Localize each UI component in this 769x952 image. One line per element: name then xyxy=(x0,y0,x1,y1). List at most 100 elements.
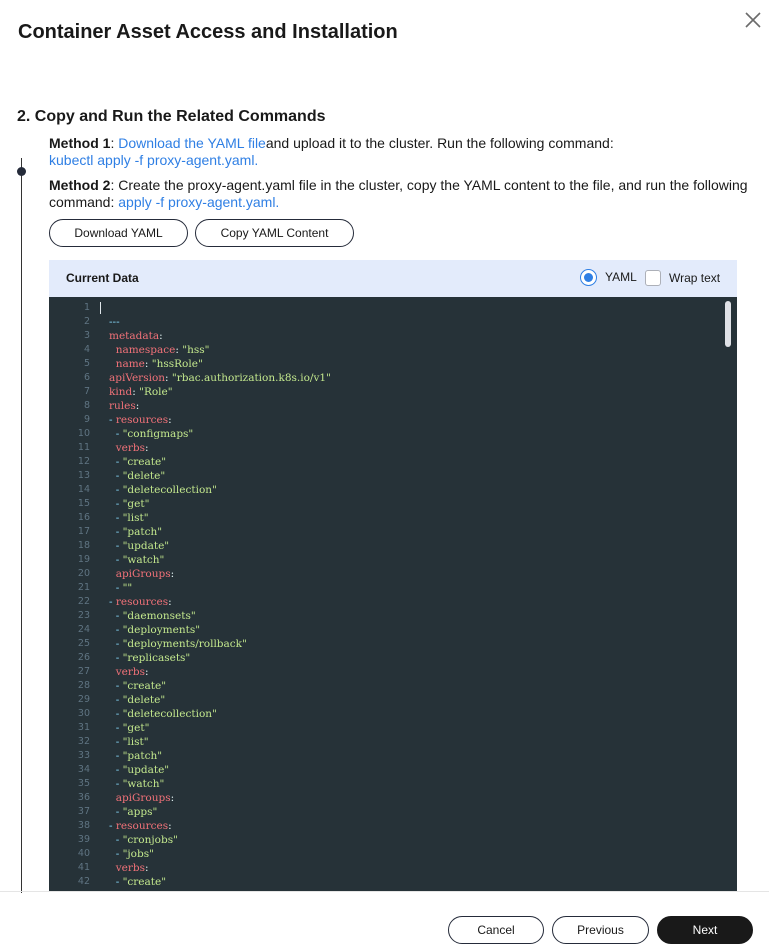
code-line: 31 - "get" xyxy=(49,721,737,735)
code-text: verbs: xyxy=(115,666,149,678)
line-number: 16 xyxy=(77,512,90,523)
code-text: - "patch" xyxy=(115,750,163,762)
code-text: - "get" xyxy=(115,498,150,510)
line-number: 15 xyxy=(77,498,90,509)
cancel-button[interactable]: Cancel xyxy=(448,916,544,944)
code-line: 4 namespace: "hss" xyxy=(49,343,737,357)
line-number: 28 xyxy=(77,680,90,691)
method-1-command: kubectl apply -f proxy-agent.yaml. xyxy=(49,152,259,168)
line-number: 31 xyxy=(77,722,90,733)
code-text: - "daemonsets" xyxy=(115,610,196,622)
code-text: - "deletecollection" xyxy=(115,484,217,496)
code-text: - "apps" xyxy=(115,806,158,818)
line-number: 4 xyxy=(83,344,90,355)
line-number: 8 xyxy=(83,400,90,411)
editor-scrollbar[interactable] xyxy=(725,301,731,347)
line-number: 5 xyxy=(83,358,90,369)
code-line: 34 - "update" xyxy=(49,763,737,777)
line-number: 9 xyxy=(83,414,90,425)
code-line: 24 - "deployments" xyxy=(49,623,737,637)
method-1-text: and upload it to the cluster. Run the fo… xyxy=(265,135,614,151)
line-number: 36 xyxy=(77,792,90,803)
method-2-command: apply -f proxy-agent.yaml. xyxy=(118,194,280,210)
code-text: - "delete" xyxy=(115,470,166,482)
download-yaml-link[interactable]: Download the YAML file xyxy=(118,135,266,151)
wrap-text-checkbox[interactable] xyxy=(645,270,661,286)
line-number: 29 xyxy=(77,694,90,705)
code-line: 12 - "create" xyxy=(49,455,737,469)
line-number: 30 xyxy=(77,708,90,719)
line-number: 41 xyxy=(77,862,90,873)
code-line: 40 - "jobs" xyxy=(49,847,737,861)
code-text: - "replicasets" xyxy=(115,652,191,664)
code-text: namespace: "hss" xyxy=(115,344,210,356)
code-line: 2 --- xyxy=(49,315,737,329)
code-text: kind: "Role" xyxy=(109,386,173,398)
previous-button[interactable]: Previous xyxy=(552,916,649,944)
line-number: 13 xyxy=(77,470,90,481)
code-text: verbs: xyxy=(115,862,149,874)
code-lines: 1 2 --- 3 metadata: 4 namespace: "hss" 5 name:… xyxy=(49,301,737,891)
step-timeline-line xyxy=(21,158,22,893)
code-line: 39 - "cronjobs" xyxy=(49,833,737,847)
code-text: - "get" xyxy=(115,722,150,734)
next-button[interactable]: Next xyxy=(657,916,753,944)
section-title: 2. Copy and Run the Related Commands xyxy=(17,108,326,125)
close-icon[interactable] xyxy=(742,9,764,31)
code-text: apiVersion: "rbac.authorization.k8s.io/v… xyxy=(109,372,331,384)
code-text: - "deployments/rollback" xyxy=(115,638,247,650)
code-line: 11 verbs: xyxy=(49,441,737,455)
line-number: 33 xyxy=(77,750,90,761)
code-line: 27 verbs: xyxy=(49,665,737,679)
code-text: - resources: xyxy=(109,414,172,426)
download-yaml-button[interactable]: Download YAML xyxy=(49,219,188,247)
code-line: 15 - "get" xyxy=(49,497,737,511)
code-line: 23 - "daemonsets" xyxy=(49,609,737,623)
code-line: 10 - "configmaps" xyxy=(49,427,737,441)
code-line: 35 - "watch" xyxy=(49,777,737,791)
code-text: - resources: xyxy=(109,596,172,608)
code-line: 19 - "watch" xyxy=(49,553,737,567)
line-number: 24 xyxy=(77,624,90,635)
code-text: apiGroups: xyxy=(115,792,175,804)
code-line: 3 metadata: xyxy=(49,329,737,343)
code-text: - "create" xyxy=(115,876,167,888)
line-number: 21 xyxy=(77,582,90,593)
dialog-title: Container Asset Access and Installation xyxy=(18,21,398,43)
code-line: 36 apiGroups: xyxy=(49,791,737,805)
line-number: 11 xyxy=(77,442,90,453)
code-line: 30 - "deletecollection" xyxy=(49,707,737,721)
code-line: 6 apiVersion: "rbac.authorization.k8s.io/… xyxy=(49,371,737,385)
code-text: - resources: xyxy=(109,820,172,832)
copy-yaml-content-button[interactable]: Copy YAML Content xyxy=(195,219,354,247)
code-line: 8 rules: xyxy=(49,399,737,413)
line-number: 22 xyxy=(77,596,90,607)
line-number: 25 xyxy=(77,638,90,649)
yaml-radio[interactable] xyxy=(580,269,597,286)
method-1-instructions: Method 1: Download the YAML fileand uplo… xyxy=(49,135,749,169)
line-number: 26 xyxy=(77,652,90,663)
yaml-radio-label[interactable]: YAML xyxy=(605,270,637,284)
code-line: 1 xyxy=(49,301,737,315)
code-text: - "deletecollection" xyxy=(115,708,217,720)
line-number: 19 xyxy=(77,554,90,565)
code-text: - "deployments" xyxy=(115,624,201,636)
line-number: 3 xyxy=(83,330,90,341)
wrap-text-label[interactable]: Wrap text xyxy=(669,271,720,285)
line-number: 37 xyxy=(77,806,90,817)
code-line: 33 - "patch" xyxy=(49,749,737,763)
code-line: 14 - "deletecollection" xyxy=(49,483,737,497)
method-2-instructions: Method 2: Create the proxy-agent.yaml fi… xyxy=(49,177,749,211)
code-line: 28 - "create" xyxy=(49,679,737,693)
line-number: 20 xyxy=(77,568,90,579)
line-number: 39 xyxy=(77,834,90,845)
line-number: 17 xyxy=(77,526,90,537)
code-text: - "" xyxy=(115,582,133,594)
code-line: 5 name: "hssRole" xyxy=(49,357,737,371)
line-number: 18 xyxy=(77,540,90,551)
line-number: 42 xyxy=(77,876,90,887)
yaml-code-editor[interactable]: 1 2 --- 3 metadata: 4 namespace: "hss" 5 name:… xyxy=(49,297,737,891)
code-line: 20 apiGroups: xyxy=(49,567,737,581)
code-line: 22 - resources: xyxy=(49,595,737,609)
line-number: 2 xyxy=(83,316,90,327)
